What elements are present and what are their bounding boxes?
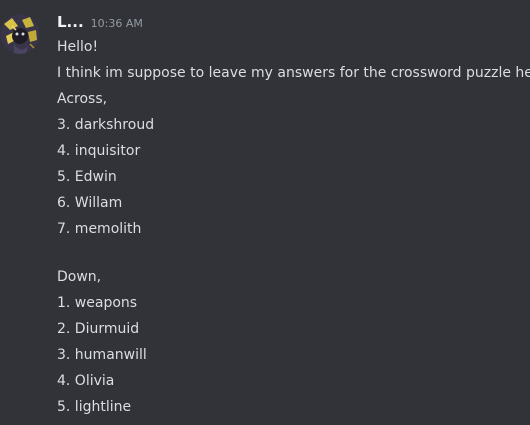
message-line: 5. Edwin	[57, 169, 117, 185]
message-line: I think im suppose to leave my answers f…	[57, 65, 530, 81]
author-name[interactable]: L...	[57, 13, 84, 31]
message-line: 2. Diurmuid	[57, 321, 140, 337]
chat-message: L... 10:36 AM Hello! I think im suppose …	[0, 0, 530, 425]
message-line: 4. Olivia	[57, 373, 115, 389]
message-line: 1. weapons	[57, 295, 138, 311]
message-line: Hello!	[57, 39, 99, 55]
avatar-image	[0, 14, 40, 54]
message-line: 5. lightline	[57, 399, 132, 415]
message-line: 6. Willam	[57, 195, 123, 211]
user-avatar[interactable]	[0, 14, 40, 54]
message-content: Hello! I think im suppose to leave my an…	[57, 34, 530, 420]
message-line: Down,	[57, 269, 102, 285]
message-line: Across,	[57, 91, 108, 107]
message-timestamp[interactable]: 10:36 AM	[91, 17, 143, 30]
message-line: 3. darkshroud	[57, 117, 155, 133]
message-line: 4. inquisitor	[57, 143, 141, 159]
message-line: 3. humanwill	[57, 347, 147, 363]
message-header: L... 10:36 AM	[57, 13, 143, 35]
message-line: 7. memolith	[57, 221, 142, 237]
